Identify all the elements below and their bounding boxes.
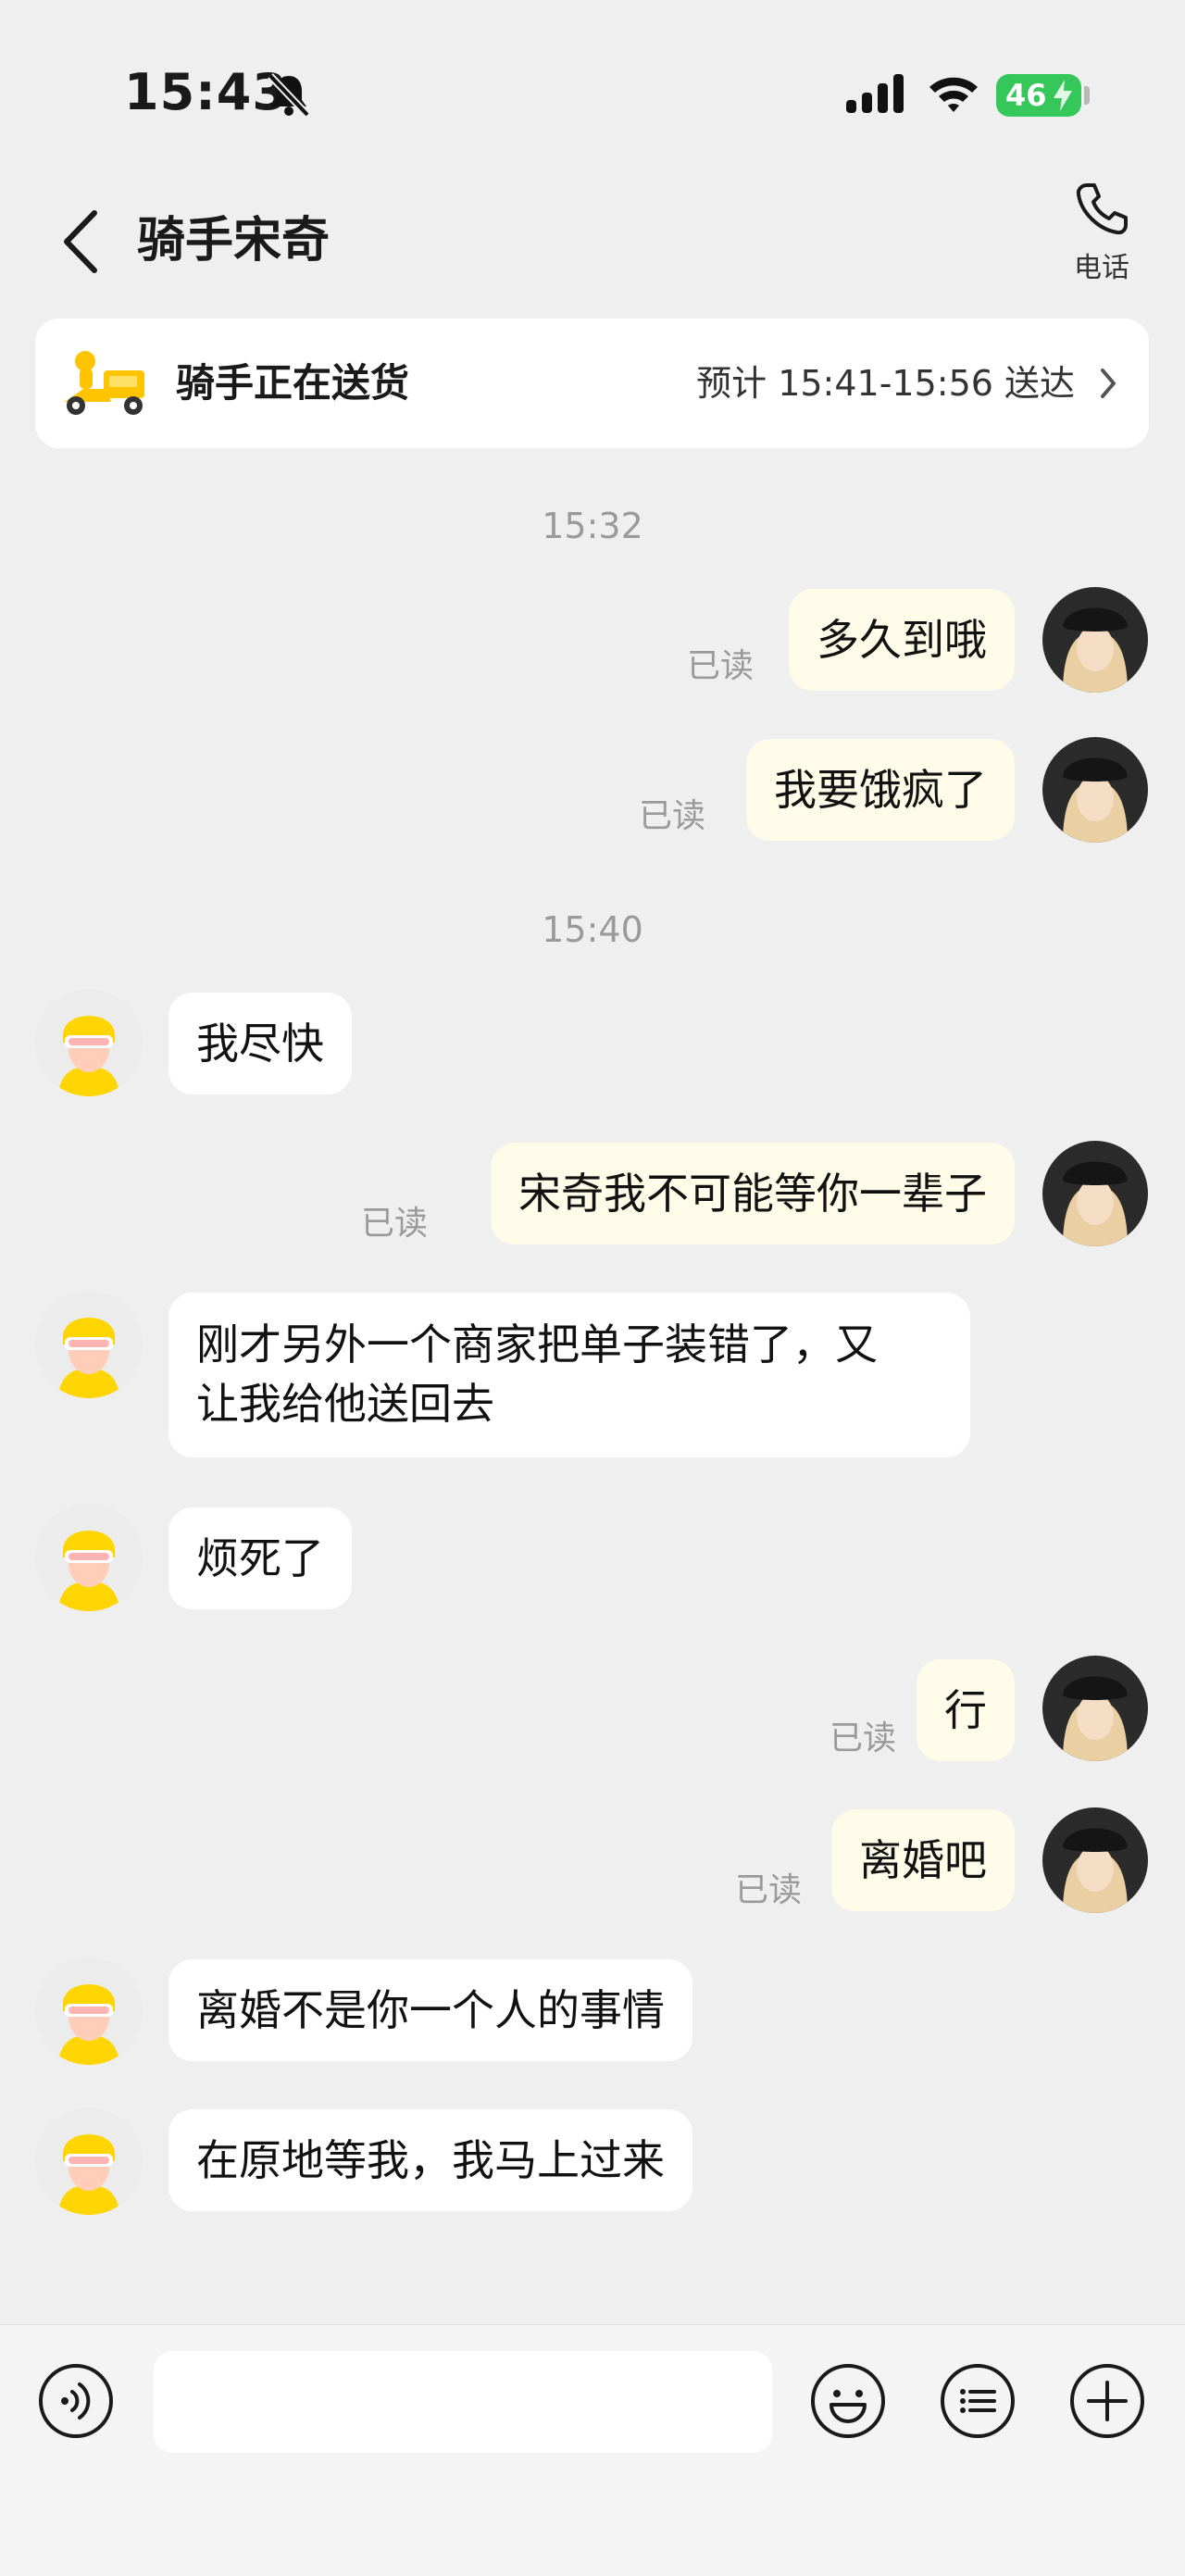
- rider-avatar[interactable]: [35, 1291, 143, 1398]
- my-message-bubble[interactable]: 多久到哦: [789, 589, 1015, 691]
- my-avatar[interactable]: [1042, 1807, 1148, 1913]
- read-receipt: 已读: [361, 1205, 429, 1243]
- signal-icon: [846, 74, 904, 113]
- rider-avatar[interactable]: [35, 2107, 143, 2215]
- bell-muted-icon: [268, 73, 310, 118]
- read-receipt: 已读: [639, 797, 706, 835]
- delivery-scooter-icon: [65, 351, 144, 415]
- status-bar: 15:43 46: [0, 0, 1185, 176]
- quick-reply-icon[interactable]: [939, 2362, 1017, 2440]
- call-label: 电话: [1074, 252, 1129, 284]
- battery-indicator: 46: [996, 74, 1081, 117]
- user-avatar-image: [1042, 737, 1148, 843]
- back-icon[interactable]: [56, 200, 111, 283]
- user-avatar-image: [1042, 587, 1148, 693]
- rider-message-bubble[interactable]: 我尽快: [168, 993, 352, 1094]
- message-input[interactable]: [154, 2351, 772, 2453]
- my-avatar[interactable]: [1042, 1656, 1148, 1761]
- wifi-icon: [929, 77, 978, 112]
- chevron-right-icon: [1101, 369, 1116, 398]
- user-avatar-image: [1042, 1807, 1148, 1913]
- rider-message-bubble[interactable]: 离婚不是你一个人的事情: [168, 1959, 692, 2061]
- input-bar: [0, 2324, 1185, 2576]
- my-avatar[interactable]: [1042, 1141, 1148, 1246]
- rider-message-bubble[interactable]: 烦死了: [168, 1507, 352, 1609]
- status-time: 15:43: [124, 63, 288, 121]
- rider-message-bubble[interactable]: 在原地等我，我马上过来: [168, 2109, 692, 2211]
- page-title: 骑手宋奇: [137, 213, 331, 269]
- rider-avatar[interactable]: [35, 1504, 143, 1611]
- battery-level: 46: [1005, 78, 1047, 113]
- timestamp: 15:40: [542, 909, 643, 950]
- read-receipt: 已读: [830, 1719, 897, 1757]
- nav-bar: 骑手宋奇 电话: [0, 176, 1185, 315]
- rider-avatar[interactable]: [35, 989, 143, 1096]
- rider-avatar[interactable]: [35, 1957, 143, 2065]
- rider-avatar-image: [35, 2107, 143, 2215]
- read-receipt: 已读: [687, 647, 755, 685]
- my-avatar[interactable]: [1042, 587, 1148, 693]
- user-avatar-image: [1042, 1656, 1148, 1761]
- charging-bolt-icon: [1054, 80, 1072, 111]
- read-receipt: 已读: [735, 1871, 803, 1909]
- rider-avatar-image: [35, 1291, 143, 1398]
- rider-avatar-image: [35, 1504, 143, 1611]
- rider-avatar-image: [35, 1957, 143, 2065]
- emoji-icon[interactable]: [809, 2362, 887, 2440]
- my-message-bubble[interactable]: 行: [917, 1659, 1015, 1761]
- message-line: 让我给他送回去: [196, 1379, 494, 1429]
- plus-icon[interactable]: [1068, 2362, 1146, 2440]
- my-message-bubble[interactable]: 宋奇我不可能等你一辈子: [491, 1143, 1015, 1244]
- phone-icon: [1076, 183, 1128, 235]
- delivery-eta: 预计 15:41-15:56 送达: [696, 363, 1075, 404]
- rider-message-bubble[interactable]: 刚才另外一个商家把单子装错了，又 让我给他送回去: [168, 1293, 970, 1457]
- timestamp: 15:32: [542, 506, 643, 546]
- call-button[interactable]: 电话: [1055, 176, 1148, 287]
- message-line: 刚才另外一个商家把单子装错了，又: [196, 1319, 878, 1369]
- my-message-bubble[interactable]: 我要饿疯了: [746, 739, 1015, 841]
- voice-icon[interactable]: [37, 2362, 115, 2440]
- my-avatar[interactable]: [1042, 737, 1148, 843]
- battery-cap: [1084, 86, 1090, 105]
- delivery-status-card[interactable]: 骑手正在送货 预计 15:41-15:56 送达: [35, 319, 1149, 448]
- delivery-status-text: 骑手正在送货: [176, 360, 410, 406]
- user-avatar-image: [1042, 1141, 1148, 1246]
- my-message-bubble[interactable]: 离婚吧: [831, 1809, 1015, 1911]
- rider-avatar-image: [35, 989, 143, 1096]
